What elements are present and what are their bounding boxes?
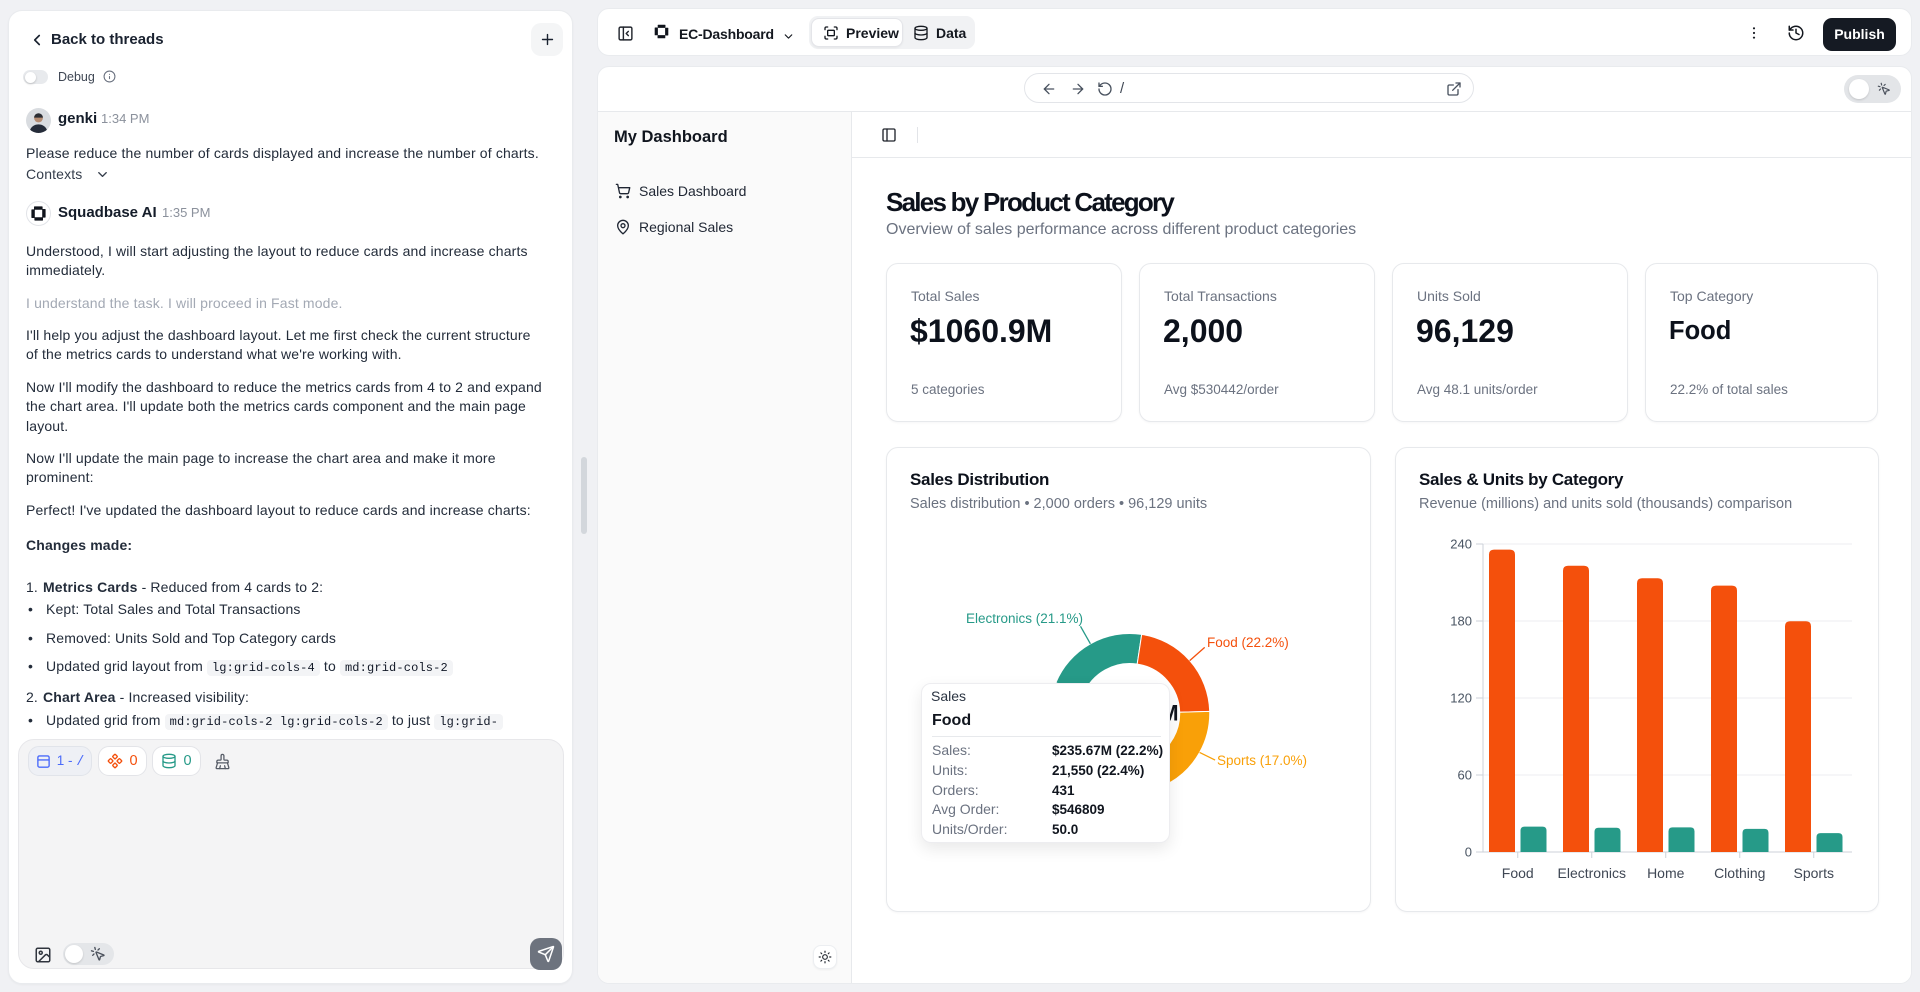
svg-text:Clothing: Clothing (1714, 865, 1765, 881)
svg-text:0: 0 (1465, 845, 1472, 860)
svg-text:Home: Home (1647, 865, 1685, 881)
svg-text:Sports: Sports (1794, 865, 1834, 881)
svg-text:180: 180 (1450, 614, 1472, 629)
svg-text:240: 240 (1450, 537, 1472, 552)
svg-text:Sports (17.0%): Sports (17.0%) (1217, 753, 1307, 768)
svg-text:Electronics: Electronics (1558, 865, 1626, 881)
svg-text:Electronics (21.1%): Electronics (21.1%) (966, 611, 1083, 626)
svg-text:120: 120 (1450, 691, 1472, 706)
svg-text:Food: Food (1502, 865, 1534, 881)
svg-text:Food (22.2%): Food (22.2%) (1207, 635, 1289, 650)
svg-text:60: 60 (1458, 768, 1472, 783)
